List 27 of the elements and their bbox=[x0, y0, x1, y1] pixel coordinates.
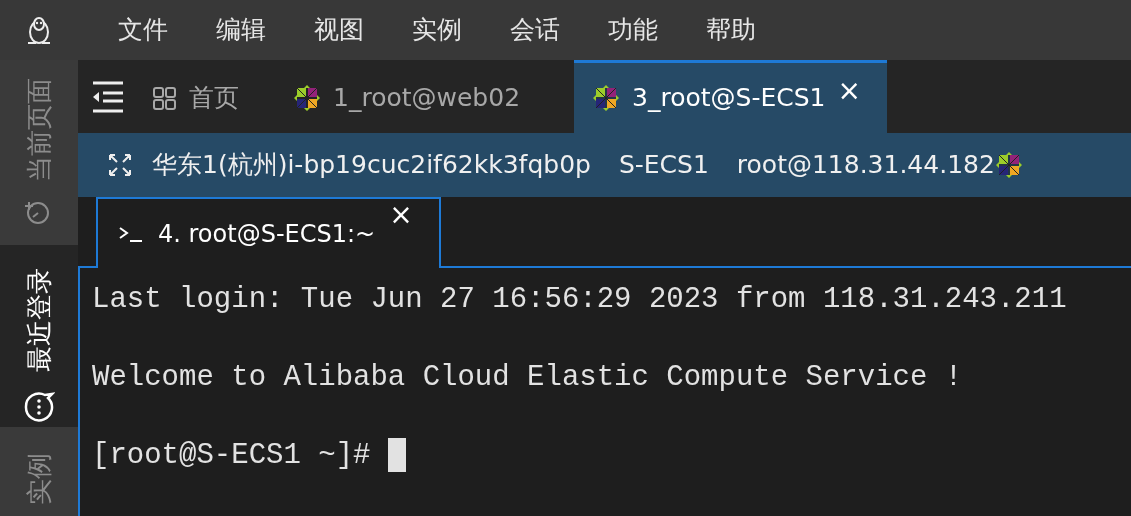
tab[interactable]: 首页 bbox=[138, 60, 253, 133]
flower-icon bbox=[994, 151, 1023, 179]
menu-item[interactable]: 帮助 bbox=[706, 11, 804, 49]
terminal-prompt: [root@S-ECS1 ~]# bbox=[92, 439, 371, 472]
chat-icon bbox=[23, 391, 55, 423]
login-label: root@118.31.44.182 bbox=[736, 149, 995, 182]
cursor bbox=[388, 438, 407, 473]
terminal-line: Last login: Tue Jun 27 16:56:29 2023 from 118.31.243.211 bbox=[92, 282, 1068, 318]
tab[interactable]: 1_root@web02 bbox=[279, 60, 535, 133]
host-label: S-ECS1 bbox=[618, 149, 709, 182]
menu-item[interactable]: 功能 bbox=[608, 11, 706, 49]
terminal-line: Welcome to Alibaba Cloud Elastic Compute Service ! bbox=[92, 360, 964, 396]
menu-item[interactable]: 视图 bbox=[314, 11, 412, 49]
terminal-tab[interactable]: 4. root@S-ECS1:~ × bbox=[96, 197, 441, 268]
region-label: 华东1(杭州)i-bp19cuc2if62kk3fqb0p bbox=[152, 149, 591, 182]
menu-item[interactable]: 编辑 bbox=[216, 11, 314, 49]
fullscreen-icon[interactable] bbox=[108, 153, 132, 177]
menu-icon[interactable] bbox=[91, 80, 125, 113]
grid-icon bbox=[152, 85, 177, 111]
penguin-icon bbox=[26, 14, 52, 46]
flower-icon bbox=[592, 84, 621, 112]
menu-item[interactable]: 会话 bbox=[510, 11, 608, 49]
menu-item[interactable]: 文件 bbox=[118, 11, 216, 49]
tab[interactable]: 3_root@S-ECS1 × bbox=[574, 60, 887, 133]
menu-item[interactable]: 实例 bbox=[412, 11, 510, 49]
flower-icon bbox=[293, 84, 321, 112]
sidebar-item[interactable]: 最近登录 bbox=[0, 245, 78, 427]
